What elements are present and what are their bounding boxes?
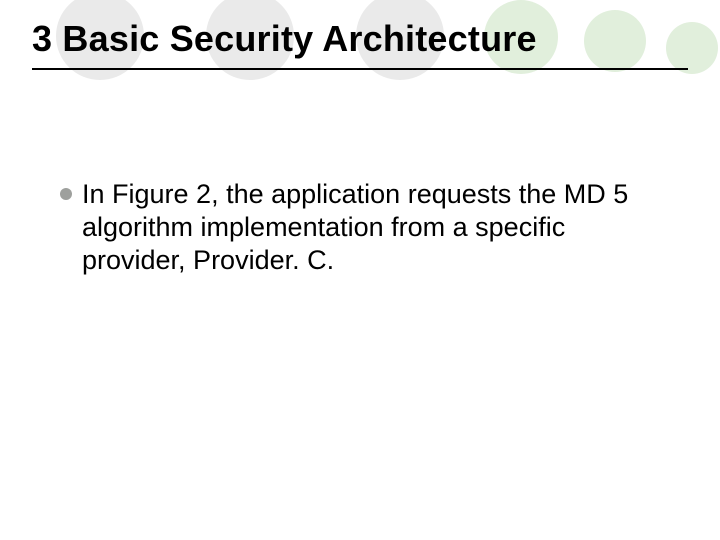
slide-body: In Figure 2, the application requests th… bbox=[60, 178, 676, 277]
title-underline bbox=[32, 68, 688, 70]
bullet-icon bbox=[60, 188, 72, 200]
bullet-item: In Figure 2, the application requests th… bbox=[60, 178, 676, 277]
bullet-text: In Figure 2, the application requests th… bbox=[82, 178, 676, 277]
decorative-circle bbox=[666, 22, 718, 74]
decorative-circle bbox=[584, 10, 646, 72]
slide-title: 3 Basic Security Architecture bbox=[32, 18, 537, 60]
